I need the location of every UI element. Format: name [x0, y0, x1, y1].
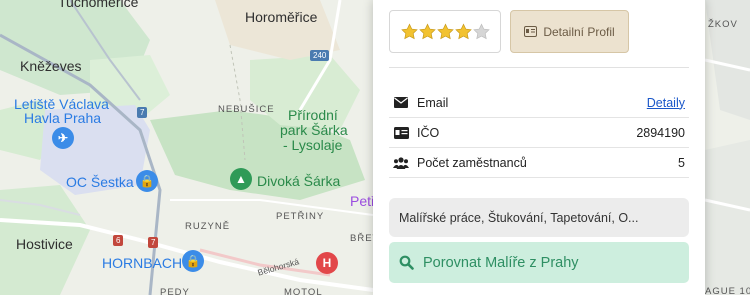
store-icon[interactable]: 🔒: [182, 250, 204, 272]
ico-value: 2894190: [636, 125, 685, 140]
star-filled-icon: [437, 23, 454, 40]
map-label-nebusice: NEBUŠICE: [218, 104, 275, 115]
categories-field[interactable]: Malířské práce, Štukování, Tapetování, O…: [389, 198, 689, 237]
map-label-ague: AGUE 10: [705, 286, 750, 295]
company-card: Detailní Profil Email Detaily IČO 289419…: [373, 0, 705, 295]
rating-widget: [389, 10, 501, 53]
map-label-oc-sestka: OC Šestka: [66, 174, 134, 190]
map-label-ruzyne: RUZYNĚ: [185, 221, 231, 232]
detail-profile-label: Detailní Profil: [543, 24, 615, 39]
map-label-petrin: Petř: [350, 193, 376, 209]
star-filled-icon: [455, 23, 472, 40]
map-label-park-1: Přírodní: [288, 107, 338, 123]
map-label-tuchomerice: Tuchoměřice: [58, 0, 139, 10]
info-row-email: Email Detaily: [389, 88, 689, 118]
tree-icon[interactable]: ▲: [230, 168, 252, 190]
map-label-letiste-2: Havla Praha: [24, 110, 102, 126]
info-row-ico: IČO 2894190: [389, 118, 689, 148]
users-icon: [393, 156, 409, 170]
info-table: Email Detaily IČO 2894190 Počet zaměstna…: [389, 88, 689, 178]
envelope-icon: [393, 96, 409, 110]
email-label: Email: [417, 95, 449, 110]
map-label-zkov: ŽKOV: [708, 19, 738, 30]
map-label-motol: MOTOL: [284, 287, 323, 295]
card-header: Detailní Profil: [389, 0, 689, 68]
compare-painters-button[interactable]: Porovnat Malíře z Prahy: [389, 242, 689, 283]
search-icon: [399, 255, 414, 270]
map-label-hornbach: HORNBACH: [102, 255, 183, 271]
star-empty-icon: [473, 23, 490, 40]
map-label-divoka-sarka: Divoká Šárka: [257, 173, 341, 189]
detail-profile-button[interactable]: Detailní Profil: [510, 10, 629, 53]
info-row-employees: Počet zaměstnanců 5: [389, 148, 689, 178]
compare-painters-label: Porovnat Malíře z Prahy: [423, 254, 579, 271]
map-label-horomerice: Horoměřice: [245, 9, 318, 25]
employees-label: Počet zaměstnanců: [417, 155, 527, 170]
id-card-icon: [524, 26, 538, 37]
map-label-hostivice: Hostivice: [16, 236, 73, 252]
map-label-park-3: - Lysolaje: [283, 137, 343, 153]
id-card-icon: [393, 126, 409, 140]
employees-value: 5: [678, 155, 685, 170]
road-shield-240: 240: [310, 50, 330, 61]
star-filled-icon: [419, 23, 436, 40]
road-shield-6: 6: [113, 235, 124, 246]
email-details-link[interactable]: Detaily: [647, 96, 685, 110]
map-label-knezeves: Kněževes: [20, 58, 82, 74]
airport-icon[interactable]: ✈: [52, 127, 74, 149]
map-label-pedy: PEDY: [160, 287, 190, 295]
road-shield-7: 7: [137, 107, 148, 118]
road-shield-7b: 7: [148, 237, 159, 248]
hospital-icon[interactable]: H: [316, 252, 338, 274]
star-filled-icon: [401, 23, 418, 40]
map-label-petriny: PETŘINY: [276, 211, 325, 222]
map-label-park-2: park Šárka: [280, 122, 348, 138]
ico-label: IČO: [417, 125, 440, 140]
shopping-icon[interactable]: 🔒: [136, 170, 158, 192]
